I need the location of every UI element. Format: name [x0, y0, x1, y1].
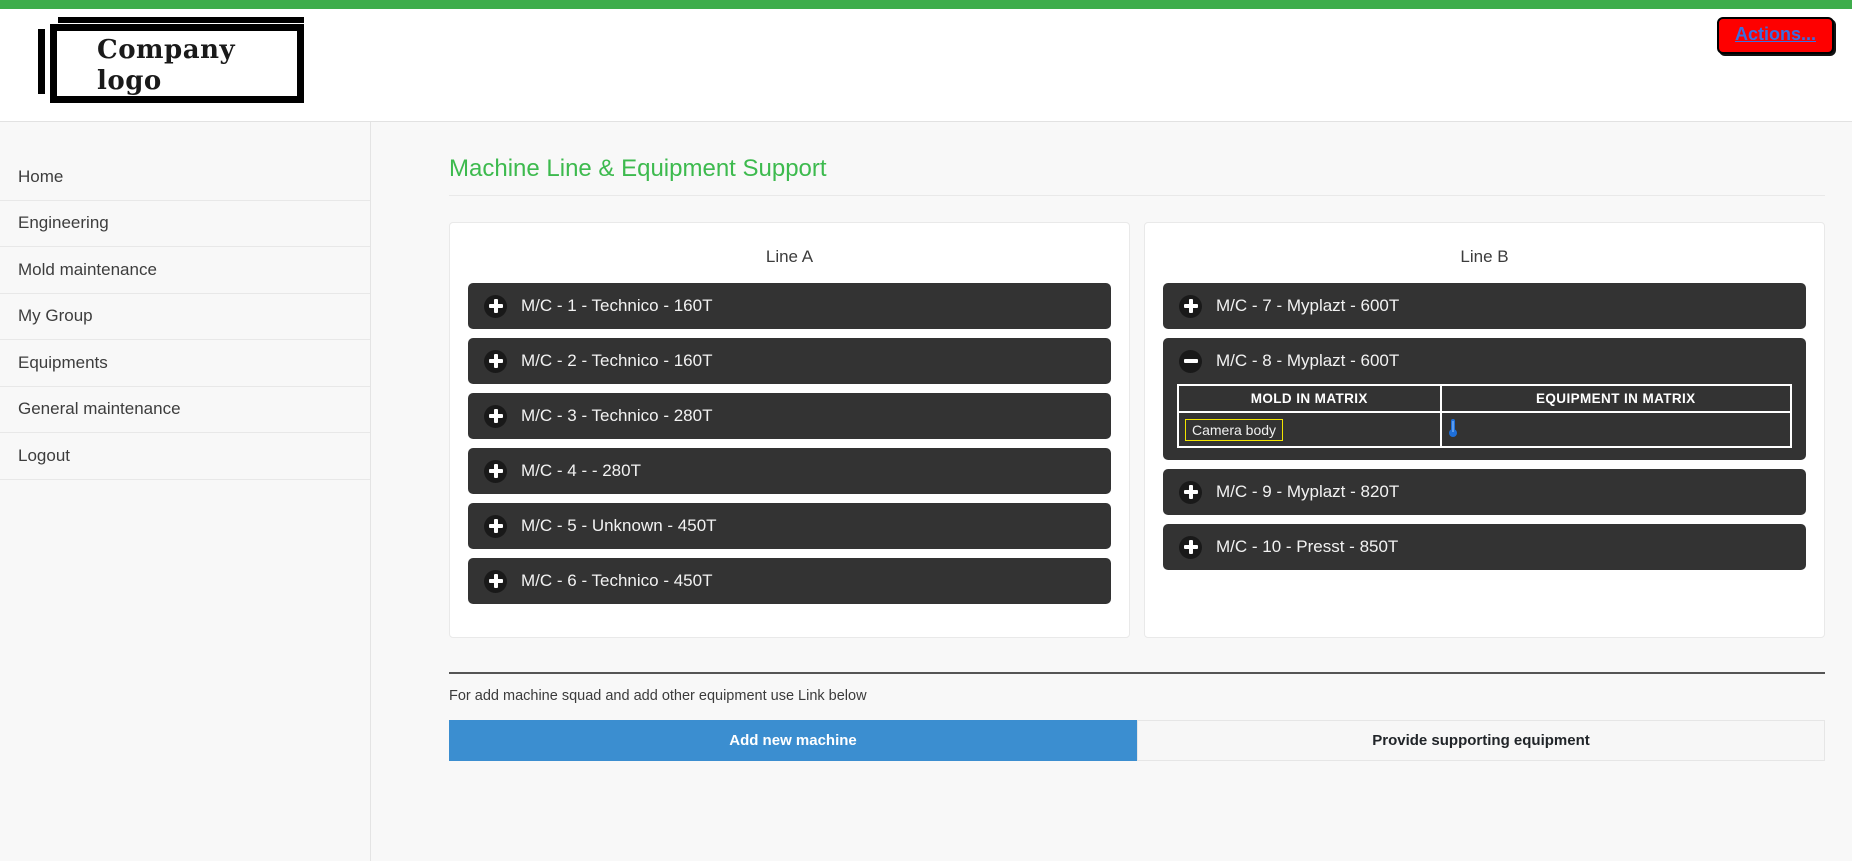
sidebar-item-label: Logout — [18, 445, 70, 465]
machine-header[interactable]: M/C - 8 - Myplazt - 600T — [1163, 338, 1806, 384]
machine-item-expanded: M/C - 8 - Myplazt - 600T MOLD IN MATRIX … — [1163, 338, 1806, 460]
machine-item: M/C - 6 - Technico - 450T — [468, 558, 1111, 604]
line-title: Line B — [1460, 247, 1509, 266]
sidebar-item-engineering[interactable]: Engineering — [0, 201, 370, 247]
provide-supporting-equipment-button[interactable]: Provide supporting equipment — [1137, 720, 1825, 761]
footer-section: For add machine squad and add other equi… — [449, 672, 1825, 761]
sidebar-nav: Home Engineering Mold maintenance My Gro… — [0, 122, 371, 861]
sidebar-item-home[interactable]: Home — [0, 154, 370, 201]
page-title: Machine Line & Equipment Support — [449, 155, 827, 182]
line-card-a: Line A M/C - 1 - Technico - 160T M/C - 2… — [449, 222, 1130, 638]
mold-chip[interactable]: Camera body — [1185, 418, 1284, 441]
machine-label: M/C - 7 - Myplazt - 600T — [1216, 296, 1400, 315]
sidebar-item-mold-maintenance[interactable]: Mold maintenance — [0, 247, 370, 294]
thermometer-icon[interactable] — [1448, 418, 1457, 437]
machine-header[interactable]: M/C - 9 - Myplazt - 820T — [1163, 469, 1806, 515]
logo-box: Company logo — [50, 24, 304, 103]
plus-icon[interactable] — [484, 294, 507, 318]
matrix-cell-mold: Camera body — [1177, 411, 1442, 448]
machine-header[interactable]: M/C - 3 - Technico - 280T — [468, 393, 1111, 439]
machine-item: M/C - 5 - Unknown - 450T — [468, 503, 1111, 549]
footer-note: For add machine squad and add other equi… — [449, 688, 867, 704]
line-card-b: Line B M/C - 7 - Myplazt - 600T M/C - 8 … — [1144, 222, 1825, 638]
sidebar-item-label: My Group — [18, 306, 93, 326]
company-logo: Company logo — [36, 17, 304, 103]
machine-header[interactable]: M/C - 10 - Presst - 850T — [1163, 524, 1806, 570]
lines-container: Line A M/C - 1 - Technico - 160T M/C - 2… — [449, 222, 1825, 638]
footer-divider — [449, 672, 1825, 674]
machine-label: M/C - 1 - Technico - 160T — [521, 296, 713, 315]
machine-item: M/C - 9 - Myplazt - 820T — [1163, 469, 1806, 515]
machine-item: M/C - 4 - - 280T — [468, 448, 1111, 494]
sidebar-item-equipments[interactable]: Equipments — [0, 340, 370, 387]
machine-label: M/C - 4 - - 280T — [521, 461, 641, 480]
plus-icon[interactable] — [1179, 535, 1202, 559]
machine-label: M/C - 9 - Myplazt - 820T — [1216, 482, 1400, 501]
plus-icon[interactable] — [484, 569, 507, 593]
plus-icon[interactable] — [484, 349, 507, 373]
machine-header[interactable]: M/C - 6 - Technico - 450T — [468, 558, 1111, 604]
machine-label: M/C - 6 - Technico - 450T — [521, 571, 713, 590]
matrix-header-mold: MOLD IN MATRIX — [1177, 384, 1442, 413]
machine-item: M/C - 1 - Technico - 160T — [468, 283, 1111, 329]
machine-label: M/C - 8 - Myplazt - 600T — [1216, 351, 1400, 370]
sidebar-item-logout[interactable]: Logout — [0, 433, 370, 480]
title-divider — [449, 195, 1825, 196]
logo-decor-side-bar — [38, 29, 45, 94]
machine-label: M/C - 3 - Technico - 280T — [521, 406, 713, 425]
machine-header[interactable]: M/C - 2 - Technico - 160T — [468, 338, 1111, 384]
footer-buttons: Add new machine Provide supporting equip… — [449, 720, 1825, 761]
machine-item: M/C - 3 - Technico - 280T — [468, 393, 1111, 439]
sidebar-item-label: Equipments — [18, 352, 108, 372]
machine-header[interactable]: M/C - 5 - Unknown - 450T — [468, 503, 1111, 549]
top-accent-bar — [0, 0, 1852, 9]
machine-header[interactable]: M/C - 4 - - 280T — [468, 448, 1111, 494]
matrix-header-equipment: EQUIPMENT IN MATRIX — [1439, 384, 1793, 413]
sidebar-item-label: Engineering — [18, 213, 109, 233]
matrix-header-row: MOLD IN MATRIX EQUIPMENT IN MATRIX — [1177, 384, 1793, 413]
page-body: Home Engineering Mold maintenance My Gro… — [0, 122, 1852, 861]
main-content: Machine Line & Equipment Support Line A … — [371, 122, 1852, 861]
minus-icon[interactable] — [1179, 349, 1202, 373]
machine-header[interactable]: M/C - 7 - Myplazt - 600T — [1163, 283, 1806, 329]
machine-detail-panel: MOLD IN MATRIX EQUIPMENT IN MATRIX Camer… — [1163, 384, 1806, 460]
matrix-row: Camera body — [1177, 411, 1793, 448]
page-header: Company logo Actions... — [0, 9, 1852, 122]
machine-item: M/C - 10 - Presst - 850T — [1163, 524, 1806, 570]
plus-icon[interactable] — [1179, 480, 1202, 504]
sidebar-item-general-maintenance[interactable]: General maintenance — [0, 387, 370, 433]
sidebar-item-label: Home — [18, 166, 64, 186]
sidebar-item-label: General maintenance — [18, 399, 181, 419]
machine-label: M/C - 2 - Technico - 160T — [521, 351, 713, 370]
sidebar-item-label: Mold maintenance — [18, 259, 157, 279]
plus-icon[interactable] — [484, 404, 507, 428]
machine-label: M/C - 10 - Presst - 850T — [1216, 537, 1399, 556]
matrix-cell-equipment — [1439, 411, 1793, 448]
plus-icon[interactable] — [1179, 294, 1202, 318]
plus-icon[interactable] — [484, 459, 507, 483]
machine-header[interactable]: M/C - 1 - Technico - 160T — [468, 283, 1111, 329]
machine-item: M/C - 2 - Technico - 160T — [468, 338, 1111, 384]
sidebar-item-my-group[interactable]: My Group — [0, 294, 370, 340]
actions-button[interactable]: Actions... — [1716, 17, 1834, 54]
line-title: Line A — [765, 247, 814, 266]
add-new-machine-button[interactable]: Add new machine — [449, 720, 1137, 761]
machine-label: M/C - 5 - Unknown - 450T — [521, 516, 717, 535]
matrix-table: MOLD IN MATRIX EQUIPMENT IN MATRIX Camer… — [1177, 384, 1793, 448]
machine-item: M/C - 7 - Myplazt - 600T — [1163, 283, 1806, 329]
plus-icon[interactable] — [484, 514, 507, 538]
logo-text: Company logo — [97, 35, 236, 96]
logo-decor-top-line — [58, 17, 304, 23]
